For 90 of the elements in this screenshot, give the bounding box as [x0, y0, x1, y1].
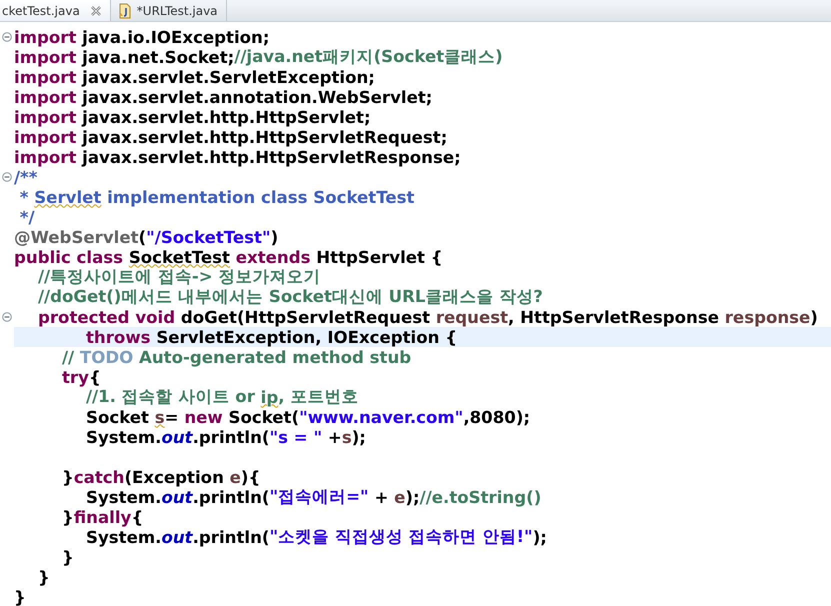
close-icon[interactable]	[90, 4, 102, 16]
code-text: , 포트번호	[278, 386, 358, 408]
code-text: public class	[14, 248, 124, 266]
code-text: s	[154, 408, 165, 426]
code-text: "소켓을 직접생성 접속하면 안됨!"	[269, 526, 533, 548]
editor-tab[interactable]: cketTest.java	[0, 0, 111, 21]
code-text: java.net.Socket;	[80, 48, 234, 66]
code-text: throws	[85, 328, 151, 346]
code-text: , HttpServletResponse	[508, 308, 720, 326]
code-text: import	[14, 68, 76, 86]
code-text: request	[436, 308, 508, 326]
collapse-icon[interactable]	[2, 172, 12, 182]
code-text: catch	[74, 468, 124, 486]
code-text: .println(	[192, 528, 270, 546]
code-text: @WebServlet	[14, 228, 139, 246]
code-text: e	[230, 468, 241, 486]
code-text: javax.servlet.annotation.WebServlet;	[80, 88, 432, 106]
code-text: ip	[260, 388, 278, 406]
code-text: );	[532, 528, 547, 546]
code-text: System.	[85, 488, 162, 506]
collapse-icon[interactable]	[2, 32, 12, 42]
code-text: import	[14, 48, 76, 66]
code-text: .println(	[192, 488, 270, 506]
code-text: +	[373, 488, 390, 506]
code-text: .println(	[192, 428, 270, 446]
code-text: Servlet	[34, 188, 102, 206]
code-text: /**	[14, 168, 38, 186]
code-text: }	[14, 588, 26, 606]
code-text: "/SocketTest"	[146, 228, 271, 246]
code-text: "www.naver.com"	[299, 408, 464, 426]
code-text: //	[61, 348, 76, 366]
code-text: s	[342, 428, 352, 446]
code-text: }	[61, 548, 74, 566]
code-text: out	[161, 488, 193, 506]
code-text: System.	[85, 428, 162, 446]
code-text: )	[810, 308, 818, 326]
code-text: //e.toString()	[420, 488, 542, 506]
code-text: {	[88, 368, 101, 386]
code-text: //특정사이트에 접속-> 정보가져오기	[37, 266, 320, 288]
code-text: }	[37, 568, 50, 586]
code-text: */	[18, 208, 35, 226]
code-text: import	[14, 128, 76, 146]
code-text: Socket(	[228, 408, 300, 426]
code-text: javax.servlet.http.HttpServletResponse;	[80, 148, 461, 166]
code-text: out	[161, 528, 193, 546]
code-text: =	[164, 408, 180, 426]
code-text: )	[270, 228, 278, 246]
code-text: out	[161, 428, 193, 446]
code-text: TODO	[80, 348, 134, 366]
code-text: "s = "	[269, 428, 322, 446]
code-text: );	[405, 488, 420, 506]
code-text: );	[352, 428, 366, 446]
code-text: *	[18, 188, 30, 206]
code-text: javax.servlet.http.HttpServlet;	[80, 108, 371, 126]
code-text: protected void	[37, 308, 176, 326]
code-text: }	[61, 508, 74, 526]
code-text: SocketTest	[128, 248, 230, 266]
code-text: ,8080);	[463, 408, 530, 426]
code-text: import	[14, 148, 76, 166]
code-text: finally	[74, 508, 132, 526]
code-text: //1. 접속할 사이트 or	[85, 387, 256, 408]
code-text: java.io.IOException;	[80, 28, 270, 46]
collapse-icon[interactable]	[2, 312, 12, 322]
code-text: new	[184, 408, 223, 426]
code-text: {	[131, 508, 144, 526]
code-text: import	[14, 88, 76, 106]
code-text: System.	[85, 528, 162, 546]
code-text: ServletException, IOException {	[155, 328, 458, 346]
code-text: import	[14, 28, 76, 46]
code-text: javax.servlet.http.HttpServletRequest;	[80, 128, 448, 146]
code-text: }	[61, 468, 74, 486]
code-text: ){	[240, 468, 260, 486]
code-text: try	[61, 368, 89, 386]
code-text: (	[138, 228, 146, 246]
code-text: javax.servlet.ServletException;	[80, 68, 375, 86]
code-text: //doGet()메서드 내부에서는 Socket대신에 URL클래스을 작성?	[37, 286, 543, 308]
code-text: (Exception	[124, 468, 225, 486]
editor-tab[interactable]: *URLTest.java	[110, 0, 227, 21]
code-text: "접속에러="	[269, 486, 369, 508]
code-text: doGet(HttpServletRequest	[180, 308, 432, 326]
code-text: extends	[234, 248, 310, 266]
code-text: response	[724, 308, 810, 326]
code-text: e	[394, 488, 406, 506]
code-text: +	[326, 428, 342, 446]
code-text: implementation class SocketTest	[106, 188, 414, 206]
code-text: import	[14, 108, 76, 126]
code-text: Socket	[85, 408, 150, 426]
code-text: //java.net패키지(Socket클래스)	[234, 47, 503, 68]
code-text: HttpServlet {	[315, 248, 443, 266]
code-text: Auto-generated method stub	[138, 348, 412, 366]
